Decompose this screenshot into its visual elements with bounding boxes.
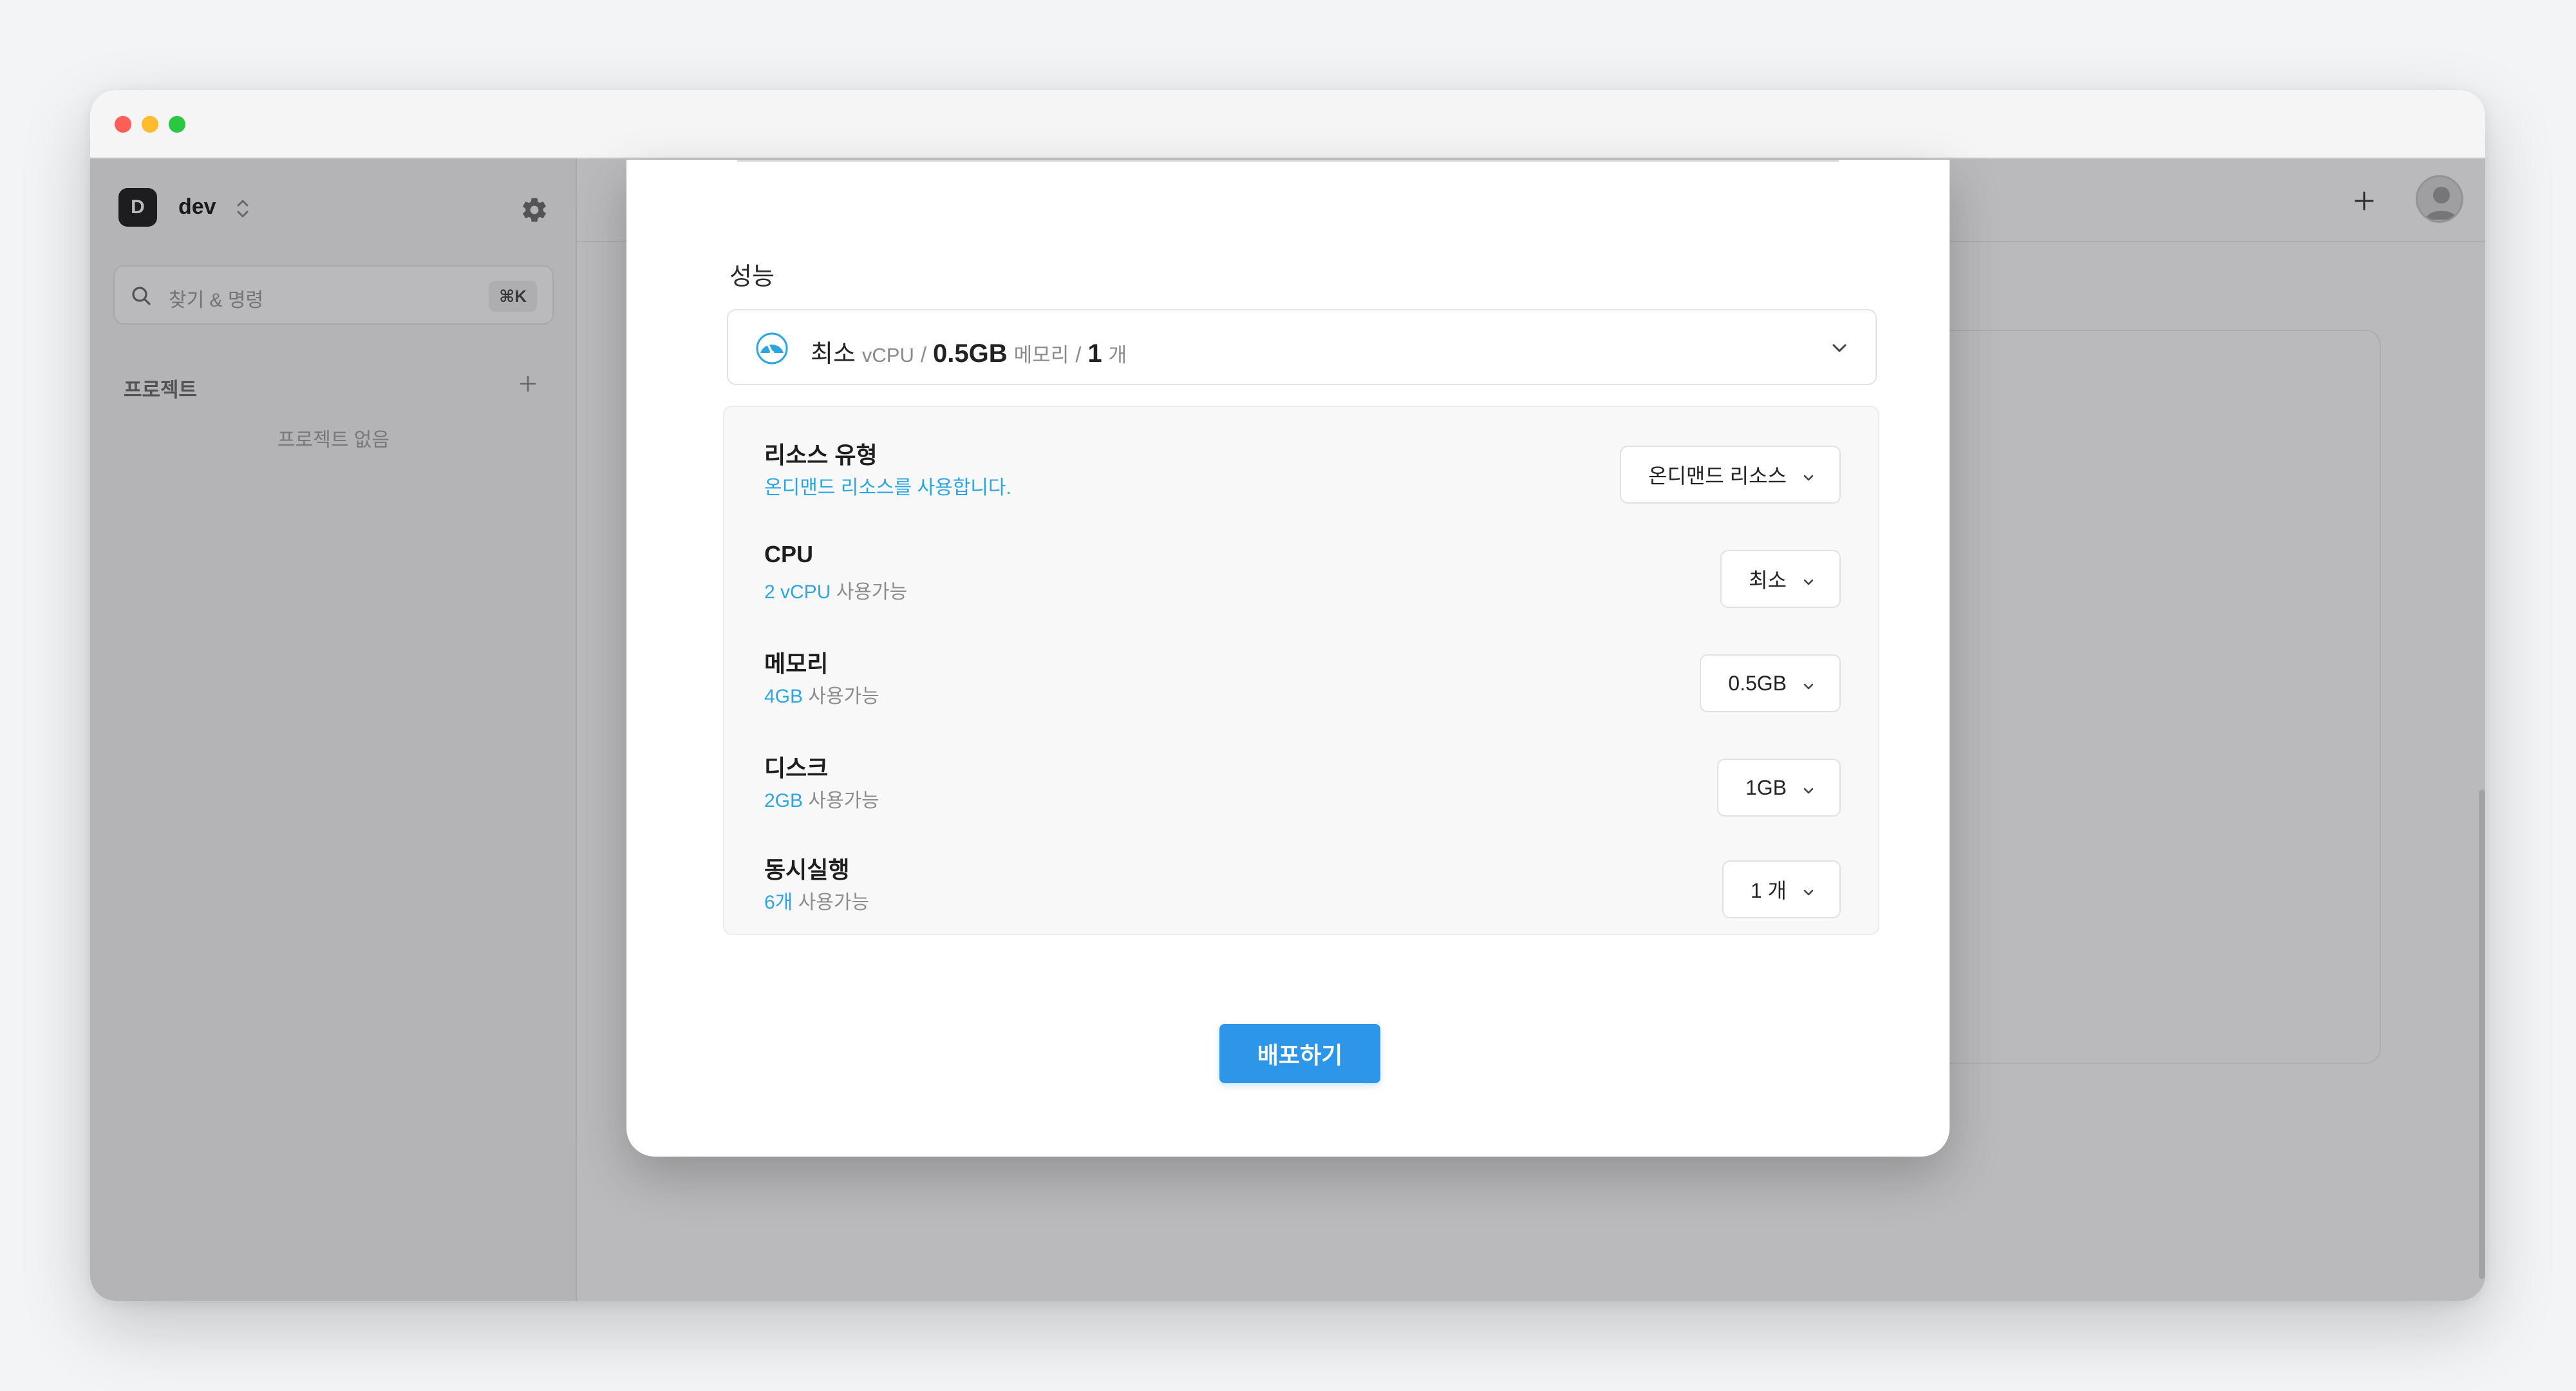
scrollbar-thumb[interactable] <box>2479 790 2485 1279</box>
disk-desc: 2GB 사용가능 <box>764 784 879 813</box>
modal-divider <box>737 160 1839 162</box>
resource-panel: 리소스 유형 온디맨드 리소스를 사용합니다. 온디맨드 리소스 CPU 2 v… <box>723 406 1879 935</box>
concurrency-available-value: 6개 <box>764 892 793 913</box>
resource-type-row: 리소스 유형 온디맨드 리소스를 사용합니다. 온디맨드 리소스 <box>764 437 1841 520</box>
performance-summary: 최소 vCPU / 0.5GB 메모리 / 1 개 <box>811 334 1127 369</box>
performance-select[interactable]: 최소 vCPU / 0.5GB 메모리 / 1 개 <box>727 309 1877 385</box>
chevron-down-icon <box>1801 882 1816 897</box>
summary-separator: / <box>1075 343 1082 366</box>
summary-count-value: 1 <box>1087 339 1102 368</box>
performance-label: 성능 <box>729 263 775 290</box>
memory-desc: 4GB 사용가능 <box>764 680 879 708</box>
concurrency-title: 동시실행 <box>764 856 850 883</box>
concurrency-dropdown[interactable]: 1 개 <box>1722 860 1841 918</box>
disk-value: 1GB <box>1745 775 1787 799</box>
chevron-down-icon <box>1801 780 1816 795</box>
concurrency-value: 1 개 <box>1750 879 1787 902</box>
memory-dropdown[interactable]: 0.5GB <box>1700 654 1841 712</box>
cpu-available-value: 2 vCPU <box>764 582 831 603</box>
close-window-button[interactable] <box>115 116 131 133</box>
chevron-down-icon <box>1829 337 1850 358</box>
title-bar <box>90 90 2485 158</box>
chevron-down-icon <box>1801 676 1816 691</box>
memory-value: 0.5GB <box>1728 671 1787 695</box>
cpu-title: CPU <box>764 541 814 567</box>
concurrency-available-label: 사용가능 <box>798 892 870 913</box>
memory-available-value: 4GB <box>764 686 804 707</box>
summary-separator: / <box>920 343 927 366</box>
cpu-desc: 2 vCPU 사용가능 <box>764 576 907 604</box>
summary-cpu-value: 최소 <box>811 341 856 368</box>
chevron-down-icon <box>1801 467 1816 482</box>
cpu-value: 최소 <box>1749 569 1787 592</box>
minimize-window-button[interactable] <box>142 116 158 133</box>
summary-memory-value: 0.5GB <box>933 339 1008 368</box>
disk-available-value: 2GB <box>764 790 804 811</box>
concurrency-desc: 6개 사용가능 <box>764 886 869 914</box>
memory-title: 메모리 <box>764 650 829 677</box>
cpu-dropdown[interactable]: 최소 <box>1720 550 1841 608</box>
deploy-modal: 성능 최소 vCPU / 0.5GB 메모리 / 1 개 리소스 유형 온디맨드… <box>626 160 1950 1157</box>
memory-available-label: 사용가능 <box>808 686 879 707</box>
disk-available-label: 사용가능 <box>808 790 879 811</box>
disk-title: 디스크 <box>764 755 829 781</box>
summary-memory-unit: 메모리 <box>1013 344 1069 366</box>
resource-type-dropdown[interactable]: 온디맨드 리소스 <box>1620 446 1841 504</box>
deploy-button[interactable]: 배포하기 <box>1219 1024 1380 1083</box>
resource-type-desc-text: 온디맨드 리소스를 사용합니다. <box>764 477 1011 498</box>
resource-type-title: 리소스 유형 <box>764 442 878 468</box>
disk-row: 디스크 2GB 사용가능 1GB <box>764 750 1841 833</box>
concurrency-row: 동시실행 6개 사용가능 1 개 <box>764 851 1841 935</box>
cpu-available-label: 사용가능 <box>836 582 908 603</box>
cpu-row: CPU 2 vCPU 사용가능 최소 <box>764 541 1841 625</box>
summary-count-unit: 개 <box>1108 344 1127 366</box>
gauge-icon <box>755 332 789 365</box>
resource-type-value: 온디맨드 리소스 <box>1648 464 1787 487</box>
memory-row: 메모리 4GB 사용가능 0.5GB <box>764 645 1841 729</box>
resource-type-desc: 온디맨드 리소스를 사용합니다. <box>764 471 1011 500</box>
summary-cpu-unit: vCPU <box>861 344 914 366</box>
disk-dropdown[interactable]: 1GB <box>1716 759 1841 817</box>
chevron-down-icon <box>1801 571 1816 587</box>
zoom-window-button[interactable] <box>169 116 185 133</box>
